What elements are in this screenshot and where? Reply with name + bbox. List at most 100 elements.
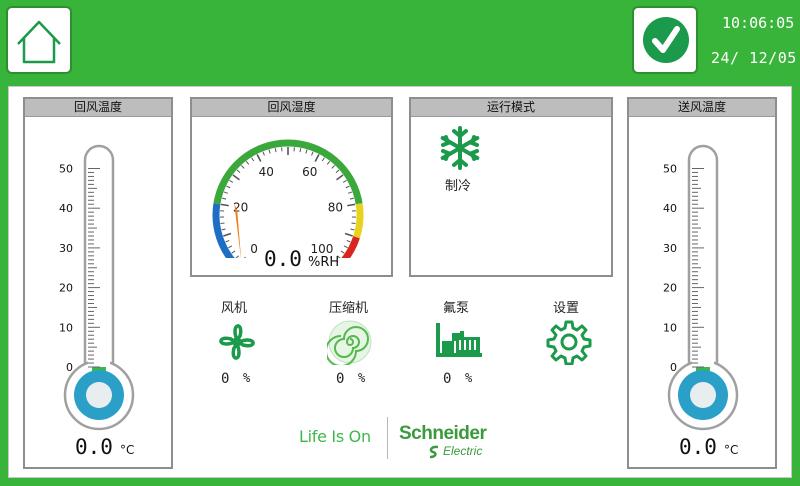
supply-air-thermometer: 50 40 30 20 10 0 — [663, 144, 739, 431]
humidity-value: 0.0 — [264, 247, 302, 271]
thermo-tick-label: 40 — [663, 202, 677, 215]
humidity-gauge: 02040 6080100 — [212, 139, 364, 258]
gauge-minor-tick — [326, 160, 331, 165]
gauge-minor-tick — [335, 169, 340, 174]
panel-title: 送风温度 — [629, 99, 775, 117]
fan-label: 风机 — [221, 301, 248, 316]
settings-label: 设置 — [553, 301, 580, 316]
gauge-minor-tick — [241, 165, 245, 169]
main-panel: 回风温度 50 40 30 20 10 0 0.0 °C 回风湿度 0 20 40 60 80 10… — [8, 86, 792, 478]
settings-button[interactable]: 设置 — [539, 293, 599, 373]
gauge-major-tick — [223, 232, 232, 237]
gauge-minor-tick — [346, 239, 351, 243]
gauge-minor-tick — [228, 245, 233, 249]
gauge-minor-tick — [236, 169, 241, 174]
thermo-tick-label: 0 — [670, 361, 677, 374]
supply-air-temp-panel: 送风温度 50 40 30 20 10 0 0.0 °C — [627, 97, 777, 469]
brand-name: Schneider — [399, 423, 487, 444]
compressor-label: 压缩机 — [329, 301, 369, 316]
thermo-bulb-center — [86, 382, 112, 408]
gauge-minor-tick — [350, 228, 355, 231]
gauge-minor-tick — [342, 179, 347, 183]
gauge-minor-tick — [311, 151, 314, 156]
gauge-tick-label: 80 — [328, 200, 343, 214]
gauge-minor-tick — [349, 197, 354, 200]
compressor-value: 0 — [336, 371, 345, 387]
thermo-bulb-center — [690, 382, 716, 408]
gauge-minor-tick — [231, 250, 236, 254]
gear-icon — [546, 320, 592, 365]
gauge-minor-tick — [222, 197, 227, 200]
gauge-major-tick — [344, 232, 353, 237]
gauge-tick-label: 0 — [250, 242, 258, 256]
gauge-minor-tick — [221, 228, 226, 231]
gauge-minor-tick — [262, 151, 265, 156]
pump-control[interactable]: 氟泵 0 % — [429, 293, 489, 393]
thermo-tick-label: 10 — [663, 321, 677, 334]
gauge-major-tick — [256, 154, 262, 162]
clock-time: 10:06:05 — [722, 14, 795, 32]
home-button[interactable] — [6, 6, 72, 74]
brand-mark-icon — [429, 445, 439, 459]
return-air-temp-panel: 回风温度 50 40 30 20 10 0 0.0 °C — [23, 97, 173, 469]
return-air-humidity-panel: 回风湿度 0 20 40 60 80 100 0.0 %RH — [190, 97, 393, 277]
brand-sub: Electric — [443, 444, 483, 458]
schneider-electric-logo: Schneider Electric — [399, 423, 509, 463]
temp-unit: °C — [120, 443, 135, 457]
confirm-button[interactable] — [632, 6, 698, 74]
top-bar: 10:06:05 24/ 12/05 — [0, 0, 800, 82]
pump-icon — [436, 323, 482, 357]
temp-unit: °C — [724, 443, 739, 457]
fan-value: 0 — [221, 371, 230, 387]
compressor-control[interactable]: 压缩机 0 % — [315, 293, 385, 393]
thermo-tick-label: 20 — [59, 282, 73, 295]
thermo-tick-label: 30 — [663, 242, 677, 255]
gauge-minor-tick — [274, 148, 277, 153]
gauge-tick-label: 60 — [302, 165, 317, 179]
gauge-minor-tick — [226, 185, 231, 189]
thermo-tick-label: 50 — [663, 163, 677, 176]
gauge-major-tick — [347, 203, 356, 207]
humidity-unit: %RH — [308, 255, 340, 270]
gauge-minor-tick — [299, 148, 302, 153]
gauge-minor-tick — [225, 239, 230, 243]
thermo-tick-label: 20 — [663, 282, 677, 295]
gauge-minor-tick — [235, 255, 240, 258]
gauge-minor-tick — [268, 149, 271, 154]
gauge-major-tick — [220, 203, 229, 207]
gauge-major-tick — [336, 174, 344, 181]
life-is-on-logo: Life Is On — [299, 427, 371, 446]
fan-control[interactable]: 风机 0 % — [207, 293, 267, 393]
check-icon — [643, 17, 689, 63]
return-air-temp-value: 0.0 — [75, 435, 113, 459]
gauge-major-tick — [243, 256, 247, 258]
slogan-text: Life Is On — [299, 427, 371, 446]
percent-unit: % — [465, 371, 473, 385]
gauge-minor-tick — [220, 222, 225, 225]
gauge-tick-label: 40 — [259, 165, 274, 179]
gauge-tick-label: 100 — [310, 242, 333, 256]
thermo-tick-label: 30 — [59, 242, 73, 255]
run-mode-panel: 运行模式 制冷 — [409, 97, 613, 277]
gauge-minor-tick — [345, 185, 350, 189]
return-air-thermometer: 50 40 30 20 10 0 — [59, 144, 135, 431]
gauge-minor-tick — [351, 222, 356, 225]
supply-air-temp-value: 0.0 — [679, 435, 717, 459]
percent-unit: % — [358, 371, 366, 385]
gauge-minor-tick — [321, 157, 325, 162]
gauge-minor-tick — [331, 165, 335, 169]
panel-title: 回风温度 — [25, 99, 171, 117]
gauge-major-tick — [232, 174, 240, 181]
panel-title: 运行模式 — [411, 99, 611, 117]
gauge-minor-tick — [348, 191, 353, 194]
gauge-major-tick — [314, 154, 320, 162]
mode-label: 制冷 — [445, 179, 472, 194]
compressor-icon — [327, 320, 372, 365]
gauge-minor-tick — [245, 160, 250, 165]
thermo-tick-label: 50 — [59, 163, 73, 176]
gauge-minor-tick — [223, 191, 228, 194]
gauge-minor-tick — [340, 250, 345, 254]
gauge-color-band — [353, 203, 364, 239]
home-icon — [17, 20, 61, 64]
pump-label: 氟泵 — [443, 301, 470, 316]
